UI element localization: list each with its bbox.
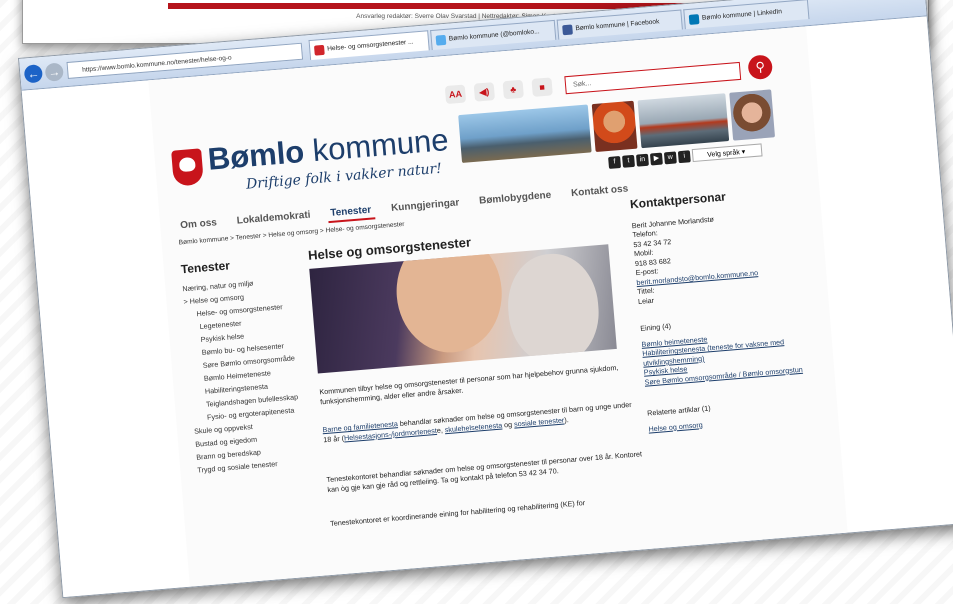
- search-icon[interactable]: ⚲: [747, 54, 774, 81]
- back-arrow-icon[interactable]: ←: [23, 64, 44, 84]
- menu-item-lokaldemokrati[interactable]: Lokaldemokrati: [233, 207, 314, 230]
- menu-item-tenester[interactable]: Tenester: [326, 202, 375, 224]
- hero-image: [309, 244, 617, 374]
- menu-item-kontakt[interactable]: Kontakt oss: [568, 181, 632, 203]
- tab-label: Bømlo kommune | Facebook: [575, 18, 660, 33]
- menu-item-om-oss[interactable]: Om oss: [177, 215, 221, 235]
- children-paragraph: Barne og familietenesta behandlar søknad…: [322, 399, 632, 444]
- tab-facebook[interactable]: Bømlo kommune | Facebook: [556, 9, 683, 40]
- forward-arrow-icon[interactable]: →: [44, 62, 64, 82]
- coat-of-arms-icon: [171, 148, 204, 187]
- tab-label: Bømlo kommune | LinkedIn: [701, 8, 783, 22]
- kommune-favicon-icon: [313, 44, 325, 56]
- coordination-paragraph: Tenestekontoret er koordinerande eining …: [329, 498, 586, 528]
- language-select[interactable]: Velg språk ▾: [691, 143, 763, 163]
- address-url: https://www.bomlo.kommune.no/tenester/he…: [81, 54, 232, 74]
- text-size-icon[interactable]: AA: [444, 84, 467, 105]
- sitemap-icon[interactable]: ♣: [502, 79, 524, 100]
- facebook-icon[interactable]: f: [608, 155, 622, 169]
- foreground-browser-window: ← → https://www.bomlo.kommune.no/teneste…: [18, 0, 953, 599]
- youtube-icon[interactable]: ▶: [649, 152, 663, 166]
- accessibility-icons: AA ◀) ♣ ■: [444, 77, 553, 105]
- web-icon[interactable]: w: [663, 151, 677, 165]
- twitter-icon[interactable]: t: [622, 154, 635, 168]
- office-paragraph: Tenestekontoret behandlar søknader om he…: [326, 449, 643, 494]
- facebook-icon: [562, 24, 573, 36]
- person-photo: [591, 100, 638, 152]
- page-viewport: Bømlo kommune Driftige folk i vakker nat…: [21, 16, 953, 598]
- menu-item-kunngjeringar[interactable]: Kunngjeringar: [388, 195, 463, 218]
- linkedin-icon[interactable]: in: [636, 153, 649, 167]
- video-icon[interactable]: ■: [531, 77, 553, 97]
- tab-helse[interactable]: Helse- og omsorgstenester ...: [308, 30, 430, 61]
- info-icon[interactable]: i: [677, 150, 691, 164]
- tab-twitter[interactable]: Bømlo kommune (@bomloko...: [430, 19, 557, 51]
- search-placeholder: Søk...: [572, 80, 592, 89]
- tab-label: Helse- og omsorgstenester ...: [327, 38, 414, 53]
- social-links: f t in ▶ w i: [608, 150, 691, 169]
- page-container: Bømlo kommune Driftige folk i vakker nat…: [148, 26, 848, 587]
- lighthouse-photo: [458, 104, 592, 163]
- language-label: Velg språk: [707, 149, 741, 159]
- menu-item-bomlobygdene[interactable]: Bømlobygdene: [476, 188, 555, 211]
- tab-label: Bømlo kommune (@bomloko...: [448, 28, 540, 43]
- related-link[interactable]: Helse og omsorg: [648, 420, 703, 433]
- twitter-icon: [435, 34, 447, 46]
- linkedin-icon: [688, 14, 700, 25]
- sidebar-menu: Næring, natur og miljø > Helse og omsorg…: [182, 273, 316, 477]
- child-photo: [729, 89, 776, 141]
- speaker-icon[interactable]: ◀): [473, 82, 496, 102]
- search-input[interactable]: Søk...: [564, 61, 742, 95]
- ship-photo: [637, 93, 730, 149]
- sidebar-title: Tenester: [180, 258, 231, 277]
- contact-panel: Kontaktpersonar Berit Johanne Morlandstø…: [629, 183, 828, 434]
- tab-linkedin[interactable]: Bømlo kommune | LinkedIn: [683, 0, 810, 30]
